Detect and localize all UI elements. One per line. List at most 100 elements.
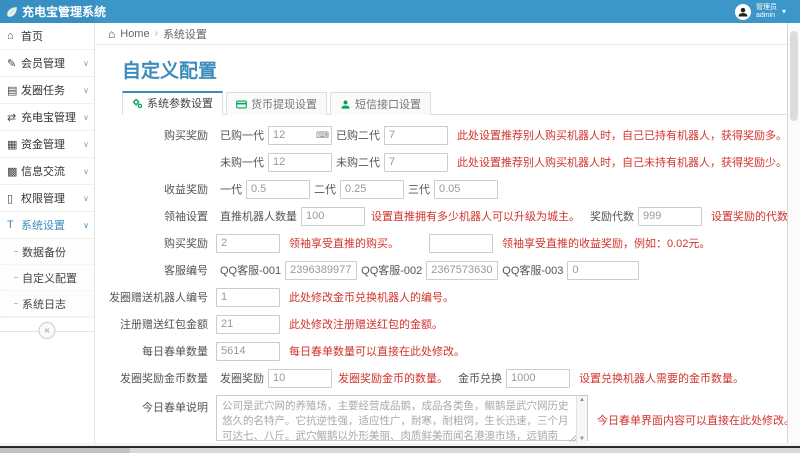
qq-service-002-input[interactable] (426, 261, 498, 280)
unpurchased-gen2-input[interactable] (384, 153, 448, 172)
tab-system-params[interactable]: 系统参数设置 (122, 91, 223, 115)
sidebar-item-permissions[interactable]: ▯ 权限管理 ∨ (0, 185, 94, 212)
income-gen3-input[interactable] (434, 180, 498, 199)
submenu-item-system-log[interactable]: 系统日志 (0, 291, 94, 317)
subfield-label: 金币兑换 (458, 370, 502, 386)
page-scrollbar[interactable] (787, 23, 800, 443)
field-label: 客服编号 (96, 262, 216, 278)
gears-icon (132, 98, 143, 109)
credit-card-icon (236, 99, 247, 110)
qq-service-003-input[interactable] (567, 261, 639, 280)
direct-robot-count-input[interactable] (301, 207, 365, 226)
coin-exchange-input[interactable] (506, 369, 570, 388)
edit-icon: ✎ (7, 57, 21, 70)
app-title: 充电宝管理系统 (22, 3, 106, 20)
scroll-down-icon[interactable]: ▼ (579, 436, 585, 442)
submenu-label: 系统日志 (22, 296, 66, 312)
submenu-item-data-backup[interactable]: 数据备份 (0, 239, 94, 265)
breadcrumb-home-link[interactable]: Home (120, 28, 149, 40)
app-logo[interactable]: 充电宝管理系统 (0, 0, 95, 23)
today-order-description-textarea[interactable]: 公司是武穴网的养殖场，主要经营成品鹅，成品各类鱼，鲴鹅是武穴网历史悠久的名特产。… (216, 395, 588, 441)
hint-text: 此处设置推荐别人购买机器人时，自己未持有机器人，获得奖励少。 (457, 154, 787, 170)
top-header: 充电宝管理系统 管理员 admin ▾ (0, 0, 800, 23)
sidebar-item-label: 系统设置 (21, 217, 83, 233)
subfield-label: 奖励代数 (590, 208, 634, 224)
submenu-label: 自定义配置 (22, 270, 77, 286)
hint-text: 今日春单界面内容可以直接在此处修改。 (597, 412, 787, 428)
field-label: 领袖设置 (96, 208, 216, 224)
form-row-leader-settings: 领袖设置 直推机器人数量 设置直推拥有多少机器人可以升级为城主。 奖励代数 设置… (96, 206, 787, 226)
register-redpacket-amount-input[interactable] (216, 315, 280, 334)
form-row-leader-purchase: 购买奖励 领袖享受直推的购买。 领袖享受直推的收益奖励，例如：0.02元。 (96, 233, 787, 253)
form-row-register-redpacket: 注册赠送红包金额 此处修改注册赠送红包的金额。 (96, 314, 787, 334)
daily-order-count-input[interactable] (216, 342, 280, 361)
user-role: 管理员 (756, 4, 777, 11)
settings-form: 购买奖励 已购一代 ⌨ 已购二代 此处设置推荐别人购买机器人时，自己已持有机器人… (96, 125, 787, 443)
hint-text: 发圈奖励金币的数量。 (338, 370, 448, 386)
subfield-label: QQ客服-002 (361, 262, 422, 278)
subfield-label: 未购二代 (336, 154, 380, 170)
sidebar-item-members[interactable]: ✎ 会员管理 ∨ (0, 50, 94, 77)
sidebar-item-messages[interactable]: ▩ 信息交流 ∨ (0, 158, 94, 185)
divider (0, 448, 130, 453)
hint-text: 每日春单数量可以直接在此处修改。 (289, 343, 465, 359)
bottom-strip (0, 443, 800, 453)
shuffle-icon: ⇄ (7, 111, 21, 124)
leader-income-reward-input[interactable] (429, 234, 493, 253)
tab-bar: 系统参数设置 货币提现设置 短信接口设置 (122, 93, 787, 115)
income-gen1-input[interactable] (246, 180, 310, 199)
field-label: 每日春单数量 (96, 343, 216, 359)
sidebar-item-home[interactable]: ⌂ 首页 (0, 23, 94, 50)
text-icon: T (7, 219, 21, 231)
sidebar: ⌂ 首页 ✎ 会员管理 ∨ ▤ 发圈任务 ∨ ⇄ 充电宝管理 ∨ ▦ 资金管理 … (0, 23, 95, 443)
unpurchased-gen1-input[interactable] (268, 153, 332, 172)
textarea-scrollbar[interactable]: ▲▼ (576, 396, 587, 443)
moments-reward-input[interactable] (268, 369, 332, 388)
reward-generations-input[interactable] (638, 207, 702, 226)
user-icon (737, 6, 749, 18)
income-gen2-input[interactable] (340, 180, 404, 199)
avatar (735, 4, 751, 20)
chevron-down-icon: ∨ (83, 86, 89, 95)
sidebar-item-system-settings[interactable]: T 系统设置 ∨ (0, 212, 94, 239)
user-menu[interactable]: 管理员 admin ▾ (735, 4, 800, 20)
form-row-today-order-description: 今日春单说明 公司是武穴网的养殖场，主要经营成品鹅，成品各类鱼，鲴鹅是武穴网历史… (96, 395, 787, 443)
leader-purchase-reward-input[interactable] (216, 234, 280, 253)
sidebar-item-moments-tasks[interactable]: ▤ 发圈任务 ∨ (0, 77, 94, 104)
tab-withdrawal-settings[interactable]: 货币提现设置 (226, 92, 327, 115)
sidebar-item-powerbank[interactable]: ⇄ 充电宝管理 ∨ (0, 104, 94, 131)
subfield-label: 一代 (220, 181, 242, 197)
scrollbar-thumb[interactable] (790, 31, 798, 121)
main-content: ⌂ Home › 系统设置 自定义配置 系统参数设置 货币提现设置 短信接口设置 (96, 23, 787, 443)
calendar-icon: ▦ (7, 138, 21, 151)
form-row-moments-coin-reward: 发圈奖励金币数量 发圈奖励 发圈奖励金币的数量。 金币兑换 设置兑换机器人需要的… (96, 368, 787, 388)
subfield-label: 已购一代 (220, 127, 264, 143)
tab-label: 系统参数设置 (147, 95, 213, 111)
form-row-purchase-reward-owned: 购买奖励 已购一代 ⌨ 已购二代 此处设置推荐别人购买机器人时，自己已持有机器人… (96, 125, 787, 145)
tab-sms-interface[interactable]: 短信接口设置 (330, 92, 431, 115)
system-settings-submenu: 数据备份 自定义配置 系统日志 (0, 239, 94, 318)
sidebar-item-label: 会员管理 (21, 55, 83, 71)
subfield-label: QQ客服-003 (502, 262, 563, 278)
purchased-gen2-input[interactable] (384, 126, 448, 145)
scroll-up-icon[interactable]: ▲ (579, 397, 585, 403)
qq-service-001-input[interactable] (285, 261, 357, 280)
sidebar-item-label: 信息交流 (21, 163, 83, 179)
user-icon (340, 99, 351, 110)
moments-gift-robot-id-input[interactable] (216, 288, 280, 307)
sidebar-item-label: 发圈任务 (21, 82, 83, 98)
user-name: admin (756, 12, 775, 19)
form-row-moments-gift-robot: 发圈赠送机器人编号 此处修改金币兑换机器人的编号。 (96, 287, 787, 307)
hint-text: 此处修改金币兑换机器人的编号。 (289, 289, 454, 305)
sidebar-item-label: 充电宝管理 (21, 109, 83, 125)
chevron-down-icon: ∨ (83, 194, 89, 203)
sidebar-item-funds[interactable]: ▦ 资金管理 ∨ (0, 131, 94, 158)
page-title: 自定义配置 (122, 56, 787, 83)
hint-text: 设置直推拥有多少机器人可以升级为城主。 (371, 208, 580, 224)
sidebar-collapse-button[interactable]: « (39, 322, 56, 339)
form-row-purchase-reward-unowned: 未购一代 未购二代 此处设置推荐别人购买机器人时，自己未持有机器人，获得奖励少。 (96, 152, 787, 172)
submenu-item-custom-config[interactable]: 自定义配置 (0, 265, 94, 291)
purchased-gen1-input[interactable] (268, 126, 332, 145)
subfield-label: 二代 (314, 181, 336, 197)
chevron-down-icon: ∨ (83, 221, 89, 230)
